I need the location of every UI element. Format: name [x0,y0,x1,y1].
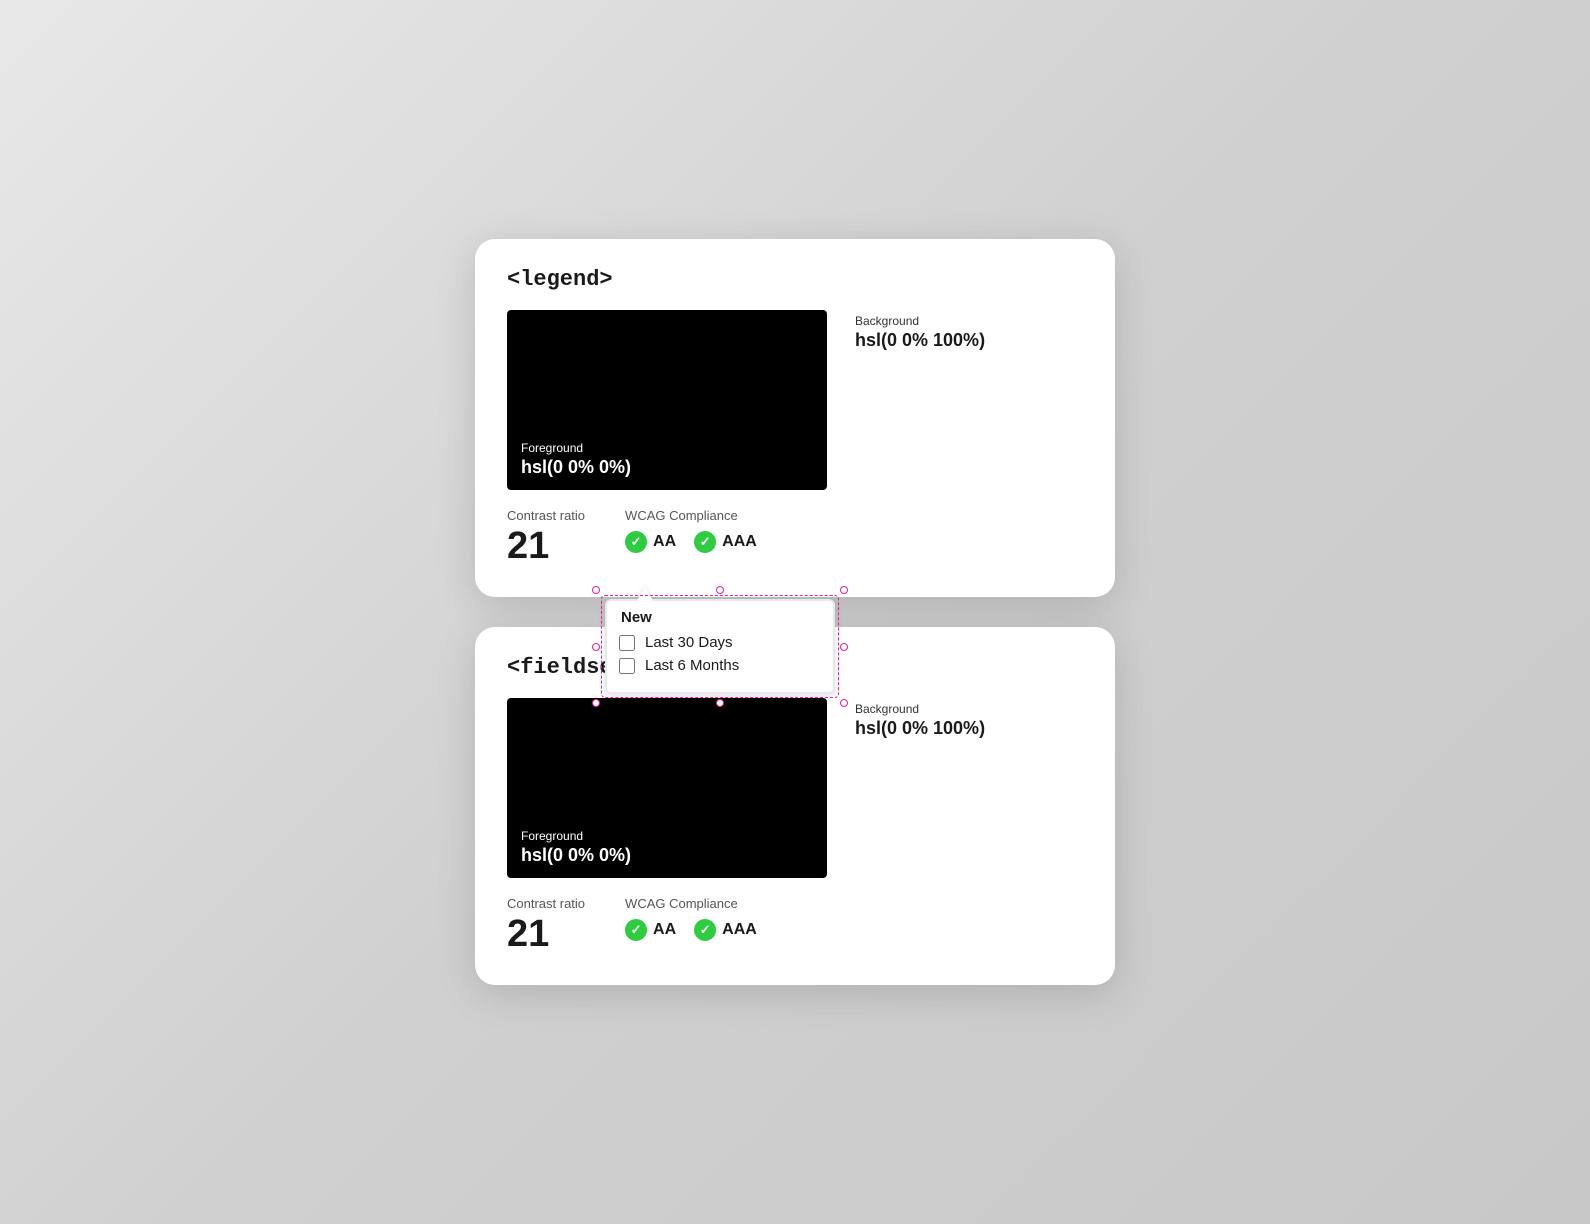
legend-bg-label-area: Background hsl(0 0% 100%) [855,310,985,351]
fieldset-wcag-label: WCAG Compliance [625,896,757,911]
legend-card: <legend> Foreground hsl(0 0% 0%) Backgro… [475,239,1115,597]
fieldset-fg-label: Foreground [521,829,631,843]
fieldset-fg-value: hsl(0 0% 0%) [521,845,631,865]
fieldset-contrast-section: Contrast ratio 21 [507,896,585,953]
checkbox-last-30-days-input[interactable] [619,635,635,651]
legend-wcag-section: WCAG Compliance AA AAA [625,508,757,553]
fieldset-bg-label: Background [855,702,985,716]
legend-color-preview: Foreground hsl(0 0% 0%) [507,310,827,490]
legend-contrast-section: Contrast ratio 21 [507,508,585,565]
fieldset-aa-check-icon [625,919,647,941]
fieldset-fg-label-area: Foreground hsl(0 0% 0%) [521,829,631,866]
fieldset-bg-label-area: Background hsl(0 0% 100%) [855,698,985,739]
legend-color-row: Foreground hsl(0 0% 0%) Background hsl(0… [507,310,1083,490]
legend-aa-label: AA [653,533,676,551]
fieldset-wcag-badges: AA AAA [625,919,757,941]
legend-fg-value: hsl(0 0% 0%) [521,457,631,477]
legend-contrast-label: Contrast ratio [507,508,585,523]
fieldset-aa-badge: AA [625,919,676,941]
floating-menu-wrapper: New Last 30 Days Last 6 Months [605,599,835,694]
fieldset-aa-label: AA [653,921,676,939]
legend-aa-badge: AA [625,531,676,553]
legend-wcag-badges: AA AAA [625,531,757,553]
fieldset-color-preview: Foreground hsl(0 0% 0%) [507,698,827,878]
fieldset-aaa-badge: AAA [694,919,757,941]
legend-bg-value: hsl(0 0% 100%) [855,330,985,350]
legend-aaa-check-icon [694,531,716,553]
legend-aaa-badge: AAA [694,531,757,553]
floating-menu-title: New [621,609,821,626]
fieldset-metrics-row: Contrast ratio 21 WCAG Compliance AA AAA [507,896,1083,953]
fieldset-contrast-label: Contrast ratio [507,896,585,911]
floating-menu-box: New Last 30 Days Last 6 Months [605,599,835,694]
checkbox-last-6-months-label: Last 6 Months [645,657,739,674]
checkbox-last-30-days-label: Last 30 Days [645,634,733,651]
bubble-tail [637,587,653,601]
fieldset-wcag-section: WCAG Compliance AA AAA [625,896,757,941]
checkbox-last-6-months-input[interactable] [619,658,635,674]
fieldset-color-row: Foreground hsl(0 0% 0%) Background hsl(0… [507,698,1083,878]
legend-contrast-value: 21 [507,527,585,565]
checkbox-last-30-days[interactable]: Last 30 Days [619,634,821,651]
checkbox-last-6-months[interactable]: Last 6 Months [619,657,821,674]
legend-fg-label: Foreground [521,441,631,455]
legend-aa-check-icon [625,531,647,553]
legend-bg-label: Background [855,314,985,328]
fieldset-contrast-value: 21 [507,915,585,953]
fieldset-aaa-check-icon [694,919,716,941]
fieldset-bg-value: hsl(0 0% 100%) [855,718,985,738]
legend-metrics-row: Contrast ratio 21 WCAG Compliance AA AAA [507,508,1083,565]
legend-aaa-label: AAA [722,533,757,551]
legend-card-title: <legend> [507,267,1083,292]
legend-wcag-label: WCAG Compliance [625,508,757,523]
legend-fg-label-area: Foreground hsl(0 0% 0%) [521,441,631,478]
fieldset-aaa-label: AAA [722,921,757,939]
